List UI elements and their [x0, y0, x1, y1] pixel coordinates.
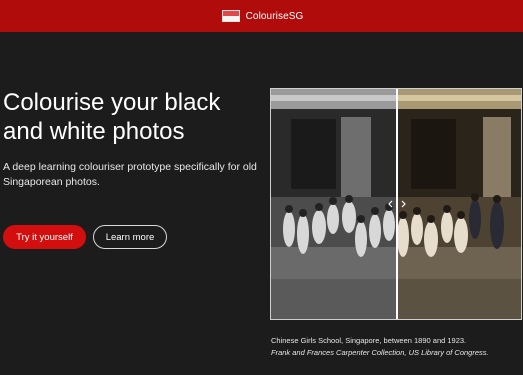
hero-title: Colourise your black and white photos: [3, 89, 221, 145]
learn-more-button[interactable]: Learn more: [93, 225, 167, 249]
caption-text: Chinese Girls School, Singapore, between…: [271, 336, 467, 345]
singapore-flag-icon: [221, 10, 240, 22]
caption-credit: Frank and Frances Carpenter Collection, …: [271, 348, 489, 357]
comparison-divider[interactable]: [396, 89, 398, 319]
hero-subtitle: A deep learning colouriser prototype spe…: [3, 161, 257, 188]
brand-name: ColouriseSG: [245, 10, 304, 22]
brand-logo-link[interactable]: ColouriseSG: [221, 10, 304, 22]
comparison-image: [271, 89, 521, 319]
try-it-yourself-button[interactable]: Try it yourself: [3, 225, 86, 249]
before-after-photo[interactable]: [270, 88, 522, 320]
photo-caption: Chinese Girls School, Singapore, between…: [271, 335, 521, 359]
top-navigation-bar: ColouriseSG: [0, 0, 523, 32]
